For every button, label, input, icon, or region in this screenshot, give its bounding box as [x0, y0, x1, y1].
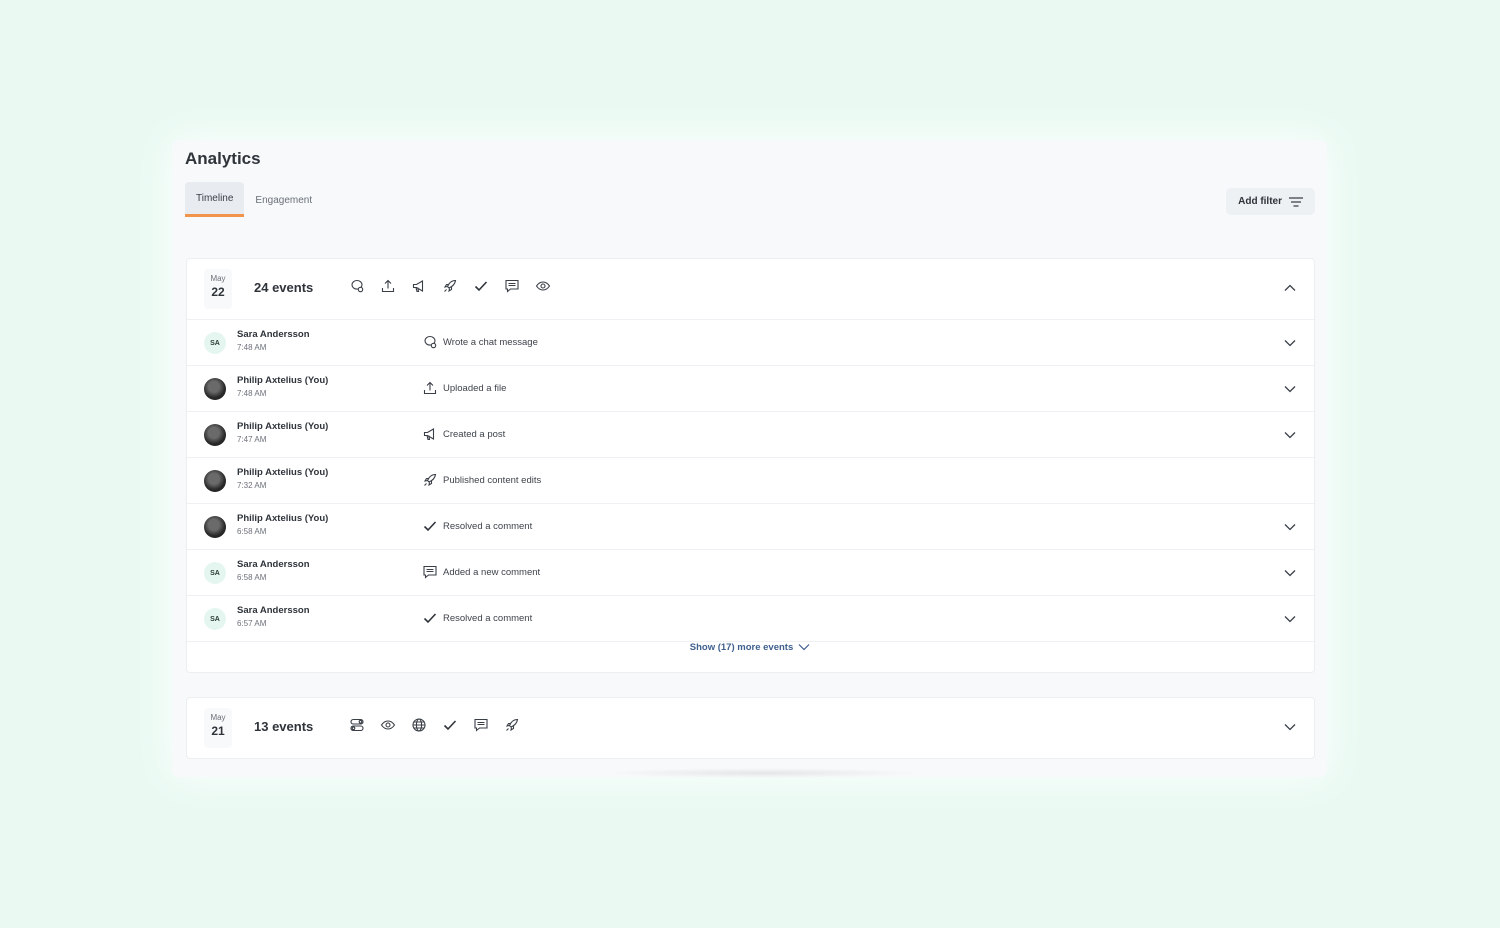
- check-icon: [473, 278, 491, 296]
- event-type-icons: [349, 278, 553, 296]
- eye-icon: [535, 278, 553, 296]
- check-icon: [442, 717, 460, 735]
- action-label: Added a new comment: [443, 566, 541, 578]
- add-filter-button[interactable]: Add filter: [1226, 188, 1315, 215]
- comment-icon: [422, 564, 438, 580]
- event-row[interactable]: Philip Axtelius (You) 7:47 AM Created a po…: [187, 412, 1314, 458]
- tab-timeline[interactable]: Timeline: [185, 182, 245, 217]
- event-row[interactable]: SA Sara Andersson 6:57 AM Resolved a commen…: [187, 596, 1314, 642]
- expand-chevron-down-icon[interactable]: [1282, 427, 1298, 443]
- rocket-icon: [442, 278, 460, 296]
- event-action: Uploaded a file: [422, 380, 506, 396]
- action-label: Resolved a comment: [443, 612, 533, 624]
- action-label: Published content edits: [443, 474, 542, 486]
- event-row: Philip Axtelius (You) 7:32 AM Published co…: [187, 458, 1314, 504]
- avatar: SA: [204, 562, 226, 584]
- user-name: Philip Axtelius (You): [237, 467, 329, 478]
- comment-icon: [473, 717, 491, 735]
- add-filter-label: Add filter: [1238, 196, 1282, 207]
- event-row[interactable]: Philip Axtelius (You) 6:58 AM Resolved a c…: [187, 504, 1314, 550]
- event-time: 7:32 AM: [237, 481, 267, 490]
- rocket-icon: [422, 472, 438, 488]
- scroll-shadow: [602, 768, 922, 778]
- event-time: 6:57 AM: [237, 619, 267, 628]
- event-row[interactable]: SA Sara Andersson 7:48 AM Wrote a chat mess…: [187, 320, 1314, 366]
- group-header[interactable]: May 22 24 events: [187, 259, 1314, 320]
- megaphone-icon: [422, 426, 438, 442]
- avatar: [204, 378, 226, 400]
- check-icon: [422, 518, 438, 534]
- event-time: 7:48 AM: [237, 343, 267, 352]
- chevron-down-icon: [798, 644, 810, 651]
- analytics-panel: Analytics Timeline Engagement Add filter…: [172, 140, 1327, 778]
- event-action: Resolved a comment: [422, 518, 532, 534]
- event-action: Created a post: [422, 426, 505, 442]
- event-list: SA Sara Andersson 7:48 AM Wrote a chat mess…: [187, 320, 1314, 642]
- show-more-events-link[interactable]: Show (17) more events: [187, 642, 1314, 653]
- event-row[interactable]: Philip Axtelius (You) 7:48 AM Uploaded a f…: [187, 366, 1314, 412]
- comment-icon: [504, 278, 522, 296]
- filter-icon: [1289, 196, 1303, 207]
- tab-engagement[interactable]: Engagement: [244, 182, 323, 218]
- avatar: [204, 516, 226, 538]
- action-label: Uploaded a file: [443, 382, 507, 394]
- expand-chevron-down-icon[interactable]: [1282, 381, 1298, 397]
- date-badge: May 21: [204, 708, 232, 748]
- avatar: SA: [204, 608, 226, 630]
- check-icon: [422, 610, 438, 626]
- expand-chevron-down-icon[interactable]: [1282, 519, 1298, 535]
- toggle-icon: [349, 717, 367, 735]
- user-name: Sara Andersson: [237, 605, 310, 616]
- upload-icon: [380, 278, 398, 296]
- eye-icon: [380, 717, 398, 735]
- event-count: 13 events: [254, 719, 314, 734]
- event-group-may-22: May 22 24 events SA Sara Andersson 7:48 AM…: [186, 258, 1315, 673]
- action-label: Resolved a comment: [443, 520, 533, 532]
- rocket-icon: [504, 717, 522, 735]
- date-day: 22: [211, 285, 225, 299]
- expand-chevron-down-icon[interactable]: [1282, 611, 1298, 627]
- show-more-label: Show (17) more events: [689, 642, 794, 653]
- group-header[interactable]: May 21 13 events: [187, 698, 1314, 758]
- user-name: Sara Andersson: [237, 559, 310, 570]
- event-group-may-21: May 21 13 events: [186, 697, 1315, 759]
- avatar: SA: [204, 332, 226, 354]
- date-badge: May 22: [204, 269, 232, 309]
- event-time: 7:47 AM: [237, 435, 267, 444]
- date-month: May: [210, 274, 226, 283]
- user-name: Philip Axtelius (You): [237, 421, 329, 432]
- chat-icon: [349, 278, 367, 296]
- megaphone-icon: [411, 278, 429, 296]
- avatar: [204, 470, 226, 492]
- event-action: Wrote a chat message: [422, 334, 538, 350]
- event-action: Published content edits: [422, 472, 541, 488]
- page-title: Analytics: [185, 149, 261, 168]
- event-action: Added a new comment: [422, 564, 540, 580]
- event-time: 6:58 AM: [237, 527, 267, 536]
- date-day: 21: [211, 724, 225, 738]
- tab-bar: Timeline Engagement: [185, 182, 323, 218]
- expand-chevron-down-icon[interactable]: [1282, 565, 1298, 581]
- event-time: 7:48 AM: [237, 389, 267, 398]
- avatar: [204, 424, 226, 446]
- upload-icon: [422, 380, 438, 396]
- chat-icon: [422, 334, 438, 350]
- globe-icon: [411, 717, 429, 735]
- action-label: Wrote a chat message: [443, 336, 538, 348]
- action-label: Created a post: [443, 428, 506, 440]
- event-time: 6:58 AM: [237, 573, 267, 582]
- expand-chevron-down-icon[interactable]: [1282, 335, 1298, 351]
- event-action: Resolved a comment: [422, 610, 532, 626]
- user-name: Philip Axtelius (You): [237, 375, 329, 386]
- user-name: Sara Andersson: [237, 329, 310, 340]
- user-name: Philip Axtelius (You): [237, 513, 329, 524]
- date-month: May: [210, 713, 226, 722]
- event-count: 24 events: [254, 280, 314, 295]
- collapse-chevron-up-icon[interactable]: [1282, 280, 1298, 296]
- event-row[interactable]: SA Sara Andersson 6:58 AM Added a new comme…: [187, 550, 1314, 596]
- event-type-icons: [349, 717, 522, 735]
- expand-chevron-down-icon[interactable]: [1282, 719, 1298, 735]
